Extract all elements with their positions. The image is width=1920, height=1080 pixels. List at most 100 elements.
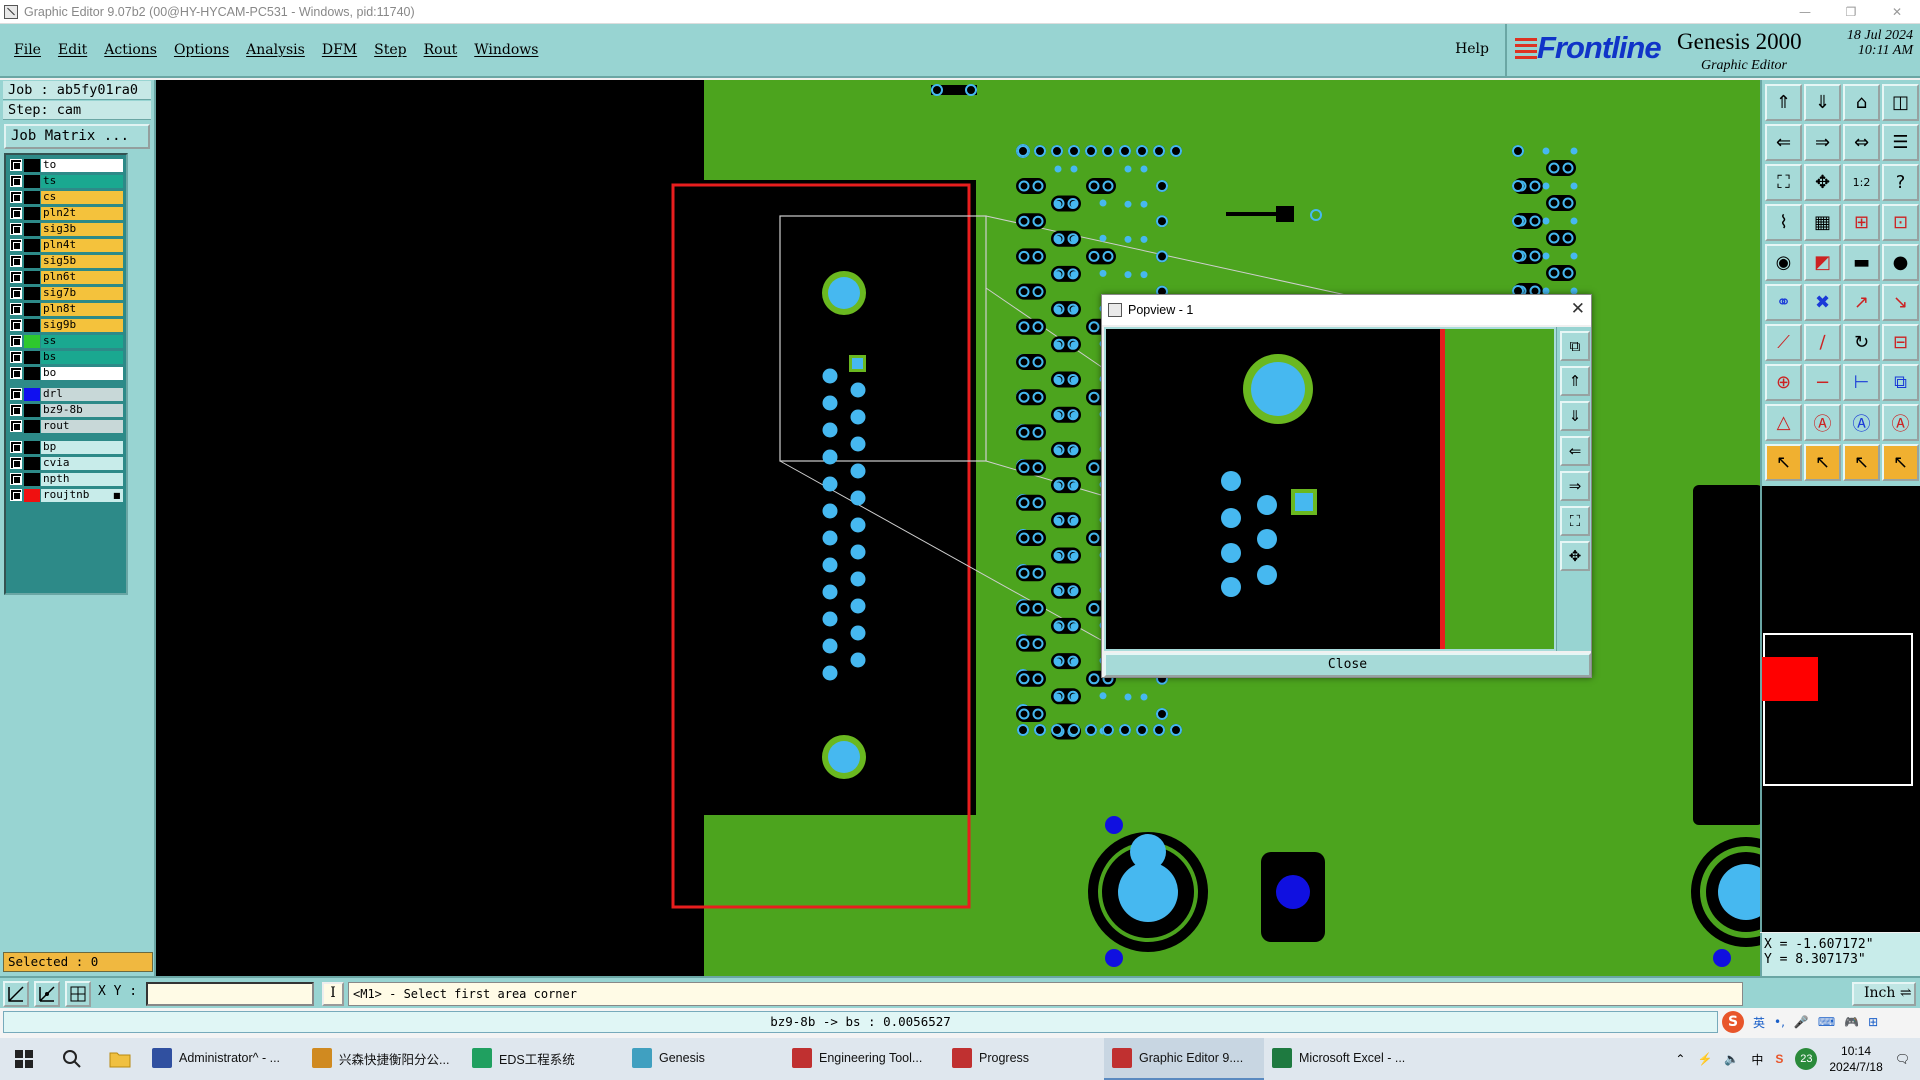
- align-icon[interactable]: ⊟: [1882, 324, 1919, 361]
- text-a-icon[interactable]: Ⓐ: [1804, 404, 1841, 441]
- tray-chevron-icon[interactable]: ⌃: [1675, 1052, 1685, 1066]
- query-icon[interactable]: ?: [1882, 164, 1919, 201]
- layer-color-swatch[interactable]: [24, 387, 40, 401]
- layer-color-swatch[interactable]: [24, 286, 40, 300]
- pop-page-left-icon[interactable]: ⇐: [1560, 436, 1590, 466]
- layer-name[interactable]: sig5b: [41, 254, 123, 268]
- layer-checkbox[interactable]: [10, 287, 22, 299]
- route-icon[interactable]: ↗: [1843, 284, 1880, 321]
- measure-mode-button[interactable]: [34, 981, 60, 1007]
- taskbar-item[interactable]: 兴森快捷衡阳分公...: [304, 1038, 464, 1080]
- page-left-icon[interactable]: ⇐: [1765, 124, 1802, 161]
- layer-name[interactable]: sig9b: [41, 318, 123, 332]
- text-a3-icon[interactable]: Ⓐ: [1882, 404, 1919, 441]
- pointer-alt-icon[interactable]: ↖: [1804, 444, 1841, 481]
- taskbar-clock[interactable]: 10:14 2024/7/18: [1829, 1043, 1882, 1075]
- layer-checkbox[interactable]: [10, 207, 22, 219]
- layer-name[interactable]: rout: [41, 419, 123, 433]
- file-explorer-button[interactable]: [96, 1038, 144, 1080]
- text-a2-icon[interactable]: Ⓐ: [1843, 404, 1880, 441]
- ime-game-icon[interactable]: 🎮: [1844, 1015, 1859, 1029]
- pop-page-up-icon[interactable]: ⇑: [1560, 366, 1590, 396]
- pop-zoom-out-icon[interactable]: ✥: [1560, 541, 1590, 571]
- pad-select-icon[interactable]: ◉: [1765, 244, 1802, 281]
- layer-checkbox[interactable]: [10, 239, 22, 251]
- layer-color-swatch[interactable]: [24, 270, 40, 284]
- layer-color-swatch[interactable]: [24, 174, 40, 188]
- net-red-icon[interactable]: ⊞: [1843, 204, 1880, 241]
- layer-checkbox[interactable]: [10, 367, 22, 379]
- layer-color-swatch[interactable]: [24, 419, 40, 433]
- taskbar-item[interactable]: Engineering Tool...: [784, 1038, 944, 1080]
- layer-name[interactable]: sig7b: [41, 286, 123, 300]
- taskbar-item[interactable]: Administrator^ - ...: [144, 1038, 304, 1080]
- layer-row-bp[interactable]: bp: [10, 439, 126, 455]
- menu-actions[interactable]: Actions: [104, 42, 157, 58]
- pointer-rotate-icon[interactable]: ↖: [1843, 444, 1880, 481]
- layer-color-swatch[interactable]: [24, 488, 40, 502]
- minimize-button[interactable]: —: [1782, 0, 1828, 24]
- search-button[interactable]: [48, 1038, 96, 1080]
- layer-checkbox[interactable]: [10, 223, 22, 235]
- layer-color-swatch[interactable]: [24, 302, 40, 316]
- info-icon[interactable]: I: [322, 982, 344, 1006]
- layer-color-swatch[interactable]: [24, 350, 40, 364]
- layer-checkbox[interactable]: [10, 351, 22, 363]
- layer-checkbox[interactable]: [10, 175, 22, 187]
- ime-punct-icon[interactable]: •,: [1774, 1015, 1785, 1029]
- layer-row-roujtnb[interactable]: roujtnb ■: [10, 487, 126, 503]
- layer-row-ts[interactable]: ts: [10, 173, 126, 189]
- layer-row-rout[interactable]: rout: [10, 418, 126, 434]
- dimension-icon[interactable]: ⊢: [1843, 364, 1880, 401]
- tray-network-icon[interactable]: ⚡: [1697, 1052, 1712, 1066]
- unit-toggle-button[interactable]: Inch ⇌: [1852, 982, 1916, 1006]
- tray-lang[interactable]: 中: [1751, 1051, 1763, 1068]
- start-button[interactable]: [0, 1038, 48, 1080]
- grid-mode-button[interactable]: [65, 981, 91, 1007]
- layer-checkbox[interactable]: [10, 457, 22, 469]
- home-icon[interactable]: ⌂: [1843, 84, 1880, 121]
- taskbar-item[interactable]: Microsoft Excel - ...: [1264, 1038, 1424, 1080]
- tray-sogou-icon[interactable]: S: [1775, 1052, 1783, 1066]
- page-down-icon[interactable]: ⇓: [1804, 84, 1841, 121]
- layer-name[interactable]: ts: [41, 174, 123, 188]
- layer-checkbox[interactable]: [10, 271, 22, 283]
- layer-name[interactable]: pln6t: [41, 270, 123, 284]
- layer-row-sig7b[interactable]: sig7b: [10, 285, 126, 301]
- layer-checkbox[interactable]: [10, 159, 22, 171]
- popview-zoom-view[interactable]: [1106, 329, 1554, 649]
- layer-row-bs[interactable]: bs: [10, 349, 126, 365]
- layer-row-cs[interactable]: cs: [10, 189, 126, 205]
- one-to-one-icon[interactable]: 1:2: [1843, 164, 1880, 201]
- zoom-center-icon[interactable]: ✥: [1804, 164, 1841, 201]
- layer-color-swatch[interactable]: [24, 190, 40, 204]
- layer-color-swatch[interactable]: [24, 472, 40, 486]
- sogou-ime-icon[interactable]: S: [1722, 1011, 1744, 1033]
- ime-mic-icon[interactable]: 🎤: [1794, 1015, 1809, 1029]
- layer-row-bo[interactable]: bo: [10, 365, 126, 381]
- pointer-icon[interactable]: ↖: [1765, 444, 1802, 481]
- target-icon[interactable]: ●: [1882, 244, 1919, 281]
- layer-row-pln8t[interactable]: pln8t: [10, 301, 126, 317]
- layer-name[interactable]: cvia: [41, 456, 123, 470]
- layer-checkbox[interactable]: [10, 441, 22, 453]
- layer-color-swatch[interactable]: [24, 456, 40, 470]
- layer-checkbox[interactable]: [10, 191, 22, 203]
- taskbar-item[interactable]: Genesis: [624, 1038, 784, 1080]
- popview-close-icon[interactable]: ✕: [1571, 299, 1585, 319]
- layer-color-swatch[interactable]: [24, 334, 40, 348]
- layer-checkbox[interactable]: [10, 255, 22, 267]
- menu-rout[interactable]: Rout: [424, 42, 458, 58]
- pan-icon[interactable]: ⇔: [1843, 124, 1880, 161]
- layer-checkbox[interactable]: [10, 489, 22, 501]
- layer-checkbox[interactable]: [10, 473, 22, 485]
- maximize-button[interactable]: ❐: [1828, 0, 1874, 24]
- measure-icon[interactable]: ⌇: [1765, 204, 1802, 241]
- layer-name[interactable]: cs: [41, 190, 123, 204]
- layer-name[interactable]: roujtnb: [41, 488, 123, 502]
- minus-icon[interactable]: −: [1804, 364, 1841, 401]
- ime-keyboard-icon[interactable]: ⌨: [1818, 1015, 1835, 1029]
- layers-icon[interactable]: ☰: [1882, 124, 1919, 161]
- taskbar-item[interactable]: Graphic Editor 9....: [1104, 1038, 1264, 1080]
- net-red-alt-icon[interactable]: ⊡: [1882, 204, 1919, 241]
